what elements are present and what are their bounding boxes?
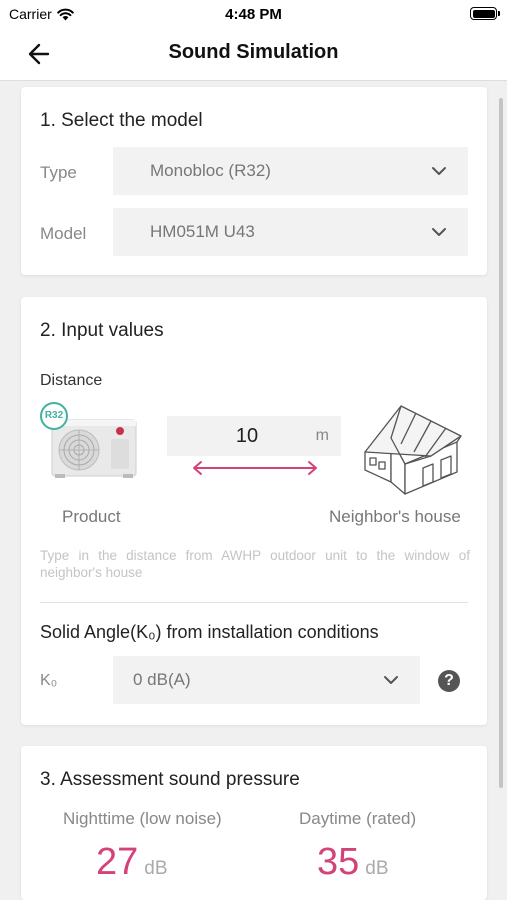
status-time: 4:48 PM: [225, 6, 282, 23]
help-icon[interactable]: ?: [438, 670, 460, 692]
r32-badge: R32: [40, 402, 68, 430]
k0-value: 0 dB(A): [133, 670, 191, 689]
divider: [40, 602, 468, 603]
nighttime-value: 27 dB: [96, 841, 168, 884]
chevron-down-icon: [432, 167, 446, 175]
distance-input[interactable]: [167, 416, 327, 456]
status-bar: Carrier 4:48 PM: [0, 0, 507, 28]
section-title: 3. Assessment sound pressure: [40, 769, 300, 790]
solid-angle-title: Solid Angle(K₀) from installation condit…: [40, 622, 379, 642]
daytime-label: Daytime (rated): [299, 809, 417, 828]
distance-hint: Type in the distance from AWHP outdoor u…: [40, 548, 470, 580]
r32-badge-label: R32: [44, 410, 64, 421]
select-model-card: 1. Select the model Type Monobloc (R32) …: [21, 87, 487, 275]
nighttime-label: Nighttime (low noise): [63, 809, 222, 828]
page-title: Sound Simulation: [168, 41, 339, 63]
section-title: 2. Input values: [40, 320, 164, 341]
house-icon: [364, 405, 462, 495]
assessment-card: 3. Assessment sound pressure Nighttime (…: [21, 746, 487, 900]
model-value: HM051M U43: [150, 222, 255, 241]
model-select[interactable]: HM051M U43: [113, 208, 468, 256]
neighbor-house-label: Neighbor's house: [329, 507, 461, 526]
chevron-down-icon: [384, 676, 398, 684]
chevron-down-icon: [432, 228, 446, 236]
nighttime-unit: dB: [144, 858, 168, 879]
k0-label: K₀: [40, 672, 58, 689]
navigation-bar: Sound Simulation: [0, 28, 507, 81]
double-arrow-icon: [193, 461, 317, 475]
product-label: Product: [62, 507, 121, 526]
section-title: 1. Select the model: [40, 110, 203, 131]
model-label: Model: [40, 224, 87, 243]
daytime-value: 35 dB: [317, 841, 389, 884]
scrollbar[interactable]: [499, 98, 503, 788]
daytime-unit: dB: [365, 858, 389, 879]
type-select[interactable]: Monobloc (R32): [113, 147, 468, 195]
battery-icon: [470, 7, 500, 20]
type-label: Type: [40, 163, 77, 182]
distance-label: Distance: [40, 372, 103, 389]
distance-input-box[interactable]: m: [167, 416, 341, 456]
input-values-card: 2. Input values Distance R32 Product m: [21, 297, 487, 725]
help-symbol: ?: [444, 672, 454, 689]
nighttime-number: 27: [96, 841, 139, 883]
daytime-number: 35: [317, 841, 360, 883]
outdoor-unit-image: [51, 419, 137, 478]
distance-unit: m: [315, 427, 329, 444]
k0-select[interactable]: 0 dB(A): [113, 656, 420, 704]
type-value: Monobloc (R32): [150, 161, 271, 180]
